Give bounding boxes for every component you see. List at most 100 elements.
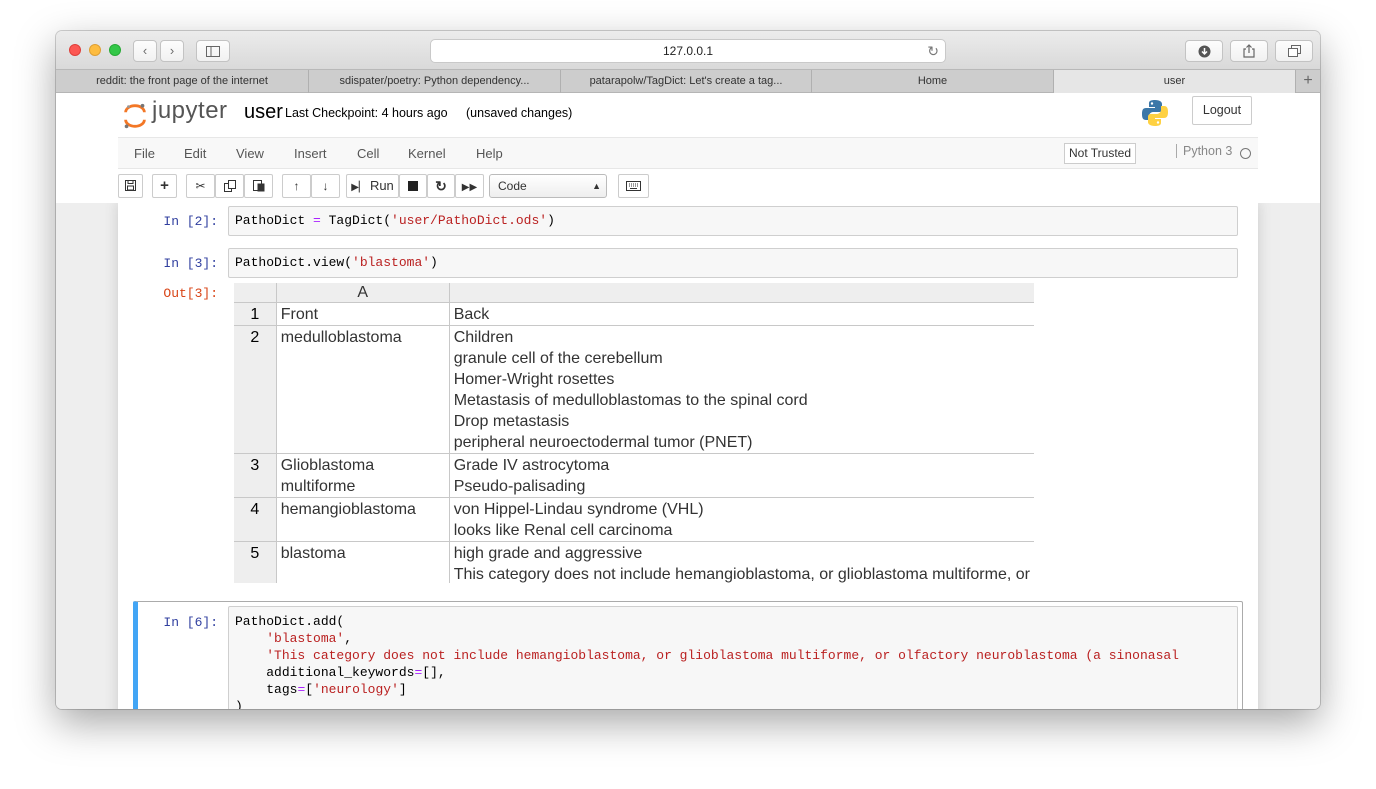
restart-run-all-button[interactable]: ▶▶ bbox=[455, 174, 484, 198]
save-icon bbox=[125, 180, 136, 191]
back-line: Homer-Wright rosettes bbox=[453, 371, 615, 388]
insert-cell-button[interactable]: + bbox=[152, 174, 177, 198]
tabs-icon bbox=[1287, 45, 1301, 57]
tabs-overview-button[interactable] bbox=[1275, 40, 1313, 62]
code-token: 'neurology' bbox=[313, 682, 399, 697]
notebook-area: In [2]: PathoDict = TagDict('user/PathoD… bbox=[56, 203, 1320, 709]
code-line: 'This category does not include hemangio… bbox=[235, 647, 1231, 664]
paste-icon bbox=[252, 180, 264, 192]
code-cell-input[interactable]: PathoDict.add( 'blastoma', 'This categor… bbox=[228, 606, 1238, 709]
row-number: 4 bbox=[234, 497, 277, 542]
menu-view[interactable]: View bbox=[236, 146, 264, 161]
trust-indicator[interactable]: Not Trusted bbox=[1064, 143, 1137, 164]
row-number: 1 bbox=[234, 302, 277, 326]
notebook-name[interactable]: user bbox=[244, 101, 283, 124]
interrupt-button[interactable] bbox=[399, 174, 427, 198]
arrow-up-icon: ↑ bbox=[293, 179, 300, 193]
menu-insert[interactable]: Insert bbox=[294, 146, 327, 161]
logout-button[interactable]: Logout bbox=[1192, 96, 1252, 125]
front-cell: hemangioblastoma bbox=[276, 497, 450, 542]
row-number: 2 bbox=[234, 325, 277, 454]
command-palette-button[interactable] bbox=[618, 174, 649, 198]
cell-type-select[interactable]: Code ▲ bbox=[489, 174, 607, 198]
column-header-row: A bbox=[234, 283, 1034, 303]
code-line: tags=['neurology'] bbox=[235, 681, 1231, 698]
downloads-button[interactable] bbox=[1185, 40, 1223, 62]
menu-kernel[interactable]: Kernel bbox=[408, 146, 446, 161]
keyboard-icon bbox=[626, 181, 641, 191]
plus-icon: + bbox=[160, 177, 169, 194]
row-number: 3 bbox=[234, 453, 277, 498]
code-token: PathoDict.view( bbox=[235, 255, 353, 270]
sidebar-button[interactable] bbox=[196, 40, 230, 62]
code-line: additional_keywords=[], bbox=[235, 664, 1231, 681]
code-token: = bbox=[313, 213, 321, 228]
front-cell: Front bbox=[276, 302, 450, 326]
input-prompt: In [6]: bbox=[163, 615, 218, 630]
stop-icon bbox=[408, 181, 418, 191]
paste-button[interactable] bbox=[244, 174, 273, 198]
cut-button[interactable]: ✂ bbox=[186, 174, 215, 198]
output-prompt: Out[3]: bbox=[163, 286, 218, 301]
jupyter-header: jupyter user Last Checkpoint: 4 hours ag… bbox=[56, 93, 1320, 203]
jupyter-logo-icon bbox=[124, 103, 146, 129]
code-cell-input[interactable]: PathoDict.view('blastoma') bbox=[228, 248, 1238, 278]
autosave-status: (unsaved changes) bbox=[466, 106, 573, 120]
code-line: ) bbox=[235, 699, 243, 709]
forward-button[interactable]: › bbox=[160, 40, 184, 62]
row-number: 5 bbox=[234, 541, 277, 583]
python-logo-icon bbox=[1142, 100, 1168, 126]
save-button[interactable] bbox=[118, 174, 143, 198]
kernel-idle-icon bbox=[1240, 148, 1251, 159]
menu-edit[interactable]: Edit bbox=[184, 146, 206, 161]
restart-button[interactable]: ↻ bbox=[427, 174, 455, 198]
menu-help[interactable]: Help bbox=[476, 146, 503, 161]
move-up-button[interactable]: ↑ bbox=[282, 174, 311, 198]
table-row: 4 hemangioblastoma von Hippel-Lindau syn… bbox=[234, 497, 1034, 542]
plus-icon: + bbox=[1303, 72, 1313, 89]
column-header: A bbox=[276, 283, 450, 303]
tab-reddit[interactable]: reddit: the front page of the internet bbox=[56, 70, 309, 93]
arrow-down-icon: ↓ bbox=[322, 179, 329, 193]
tab-home[interactable]: Home bbox=[812, 70, 1054, 93]
code-token: PathoDict bbox=[235, 213, 314, 228]
chevron-left-icon: ‹ bbox=[142, 43, 148, 58]
menu-file[interactable]: File bbox=[134, 146, 155, 161]
zoom-window-button[interactable] bbox=[109, 44, 121, 56]
code-cell-input[interactable]: PathoDict = TagDict('user/PathoDict.ods'… bbox=[228, 206, 1238, 236]
run-label: Run bbox=[369, 178, 394, 193]
jupyter-logo-text: jupyter bbox=[152, 97, 228, 124]
reload-icon[interactable]: ↻ bbox=[927, 40, 939, 62]
copy-button[interactable] bbox=[215, 174, 244, 198]
back-cell: Back bbox=[449, 302, 1034, 326]
back-button[interactable]: ‹ bbox=[133, 40, 157, 62]
back-line: Grade IV astrocytoma bbox=[453, 457, 610, 474]
code-token: [ bbox=[305, 682, 314, 697]
share-button[interactable] bbox=[1230, 40, 1268, 62]
code-token: tags bbox=[266, 682, 298, 697]
notebook-container: In [2]: PathoDict = TagDict('user/PathoD… bbox=[118, 203, 1258, 709]
back-cell: von Hippel-Lindau syndrome (VHL) looks l… bbox=[449, 497, 1034, 542]
code-token: , bbox=[344, 631, 353, 646]
minimize-window-button[interactable] bbox=[89, 44, 101, 56]
menu-cell[interactable]: Cell bbox=[357, 146, 379, 161]
sidebar-icon bbox=[206, 46, 220, 57]
code-line: PathoDict.add( bbox=[235, 614, 345, 629]
new-tab-button[interactable]: + bbox=[1296, 70, 1320, 93]
close-window-button[interactable] bbox=[69, 44, 81, 56]
cell-type-value: Code bbox=[498, 179, 527, 193]
front-cell: blastoma bbox=[276, 541, 450, 583]
table-row: 1 Front Back bbox=[234, 302, 1034, 326]
tab-user[interactable]: user bbox=[1054, 70, 1296, 93]
tab-poetry[interactable]: sdispater/poetry: Python dependency... bbox=[309, 70, 561, 93]
scissors-icon: ✂ bbox=[195, 179, 206, 193]
move-down-button[interactable]: ↓ bbox=[311, 174, 340, 198]
tab-tagdict[interactable]: patarapolw/TagDict: Let's create a tag..… bbox=[561, 70, 812, 93]
back-line: Back bbox=[453, 306, 490, 323]
back-line: looks like Renal cell carcinoma bbox=[453, 522, 673, 539]
address-bar[interactable]: 127.0.0.1 ↻ bbox=[430, 39, 946, 63]
back-line: Drop metastasis bbox=[453, 413, 570, 430]
back-cell: Children granule cell of the cerebellum … bbox=[449, 325, 1034, 454]
code-line: 'blastoma', bbox=[235, 630, 1231, 647]
run-button[interactable]: ▶▏ Run bbox=[346, 174, 399, 198]
